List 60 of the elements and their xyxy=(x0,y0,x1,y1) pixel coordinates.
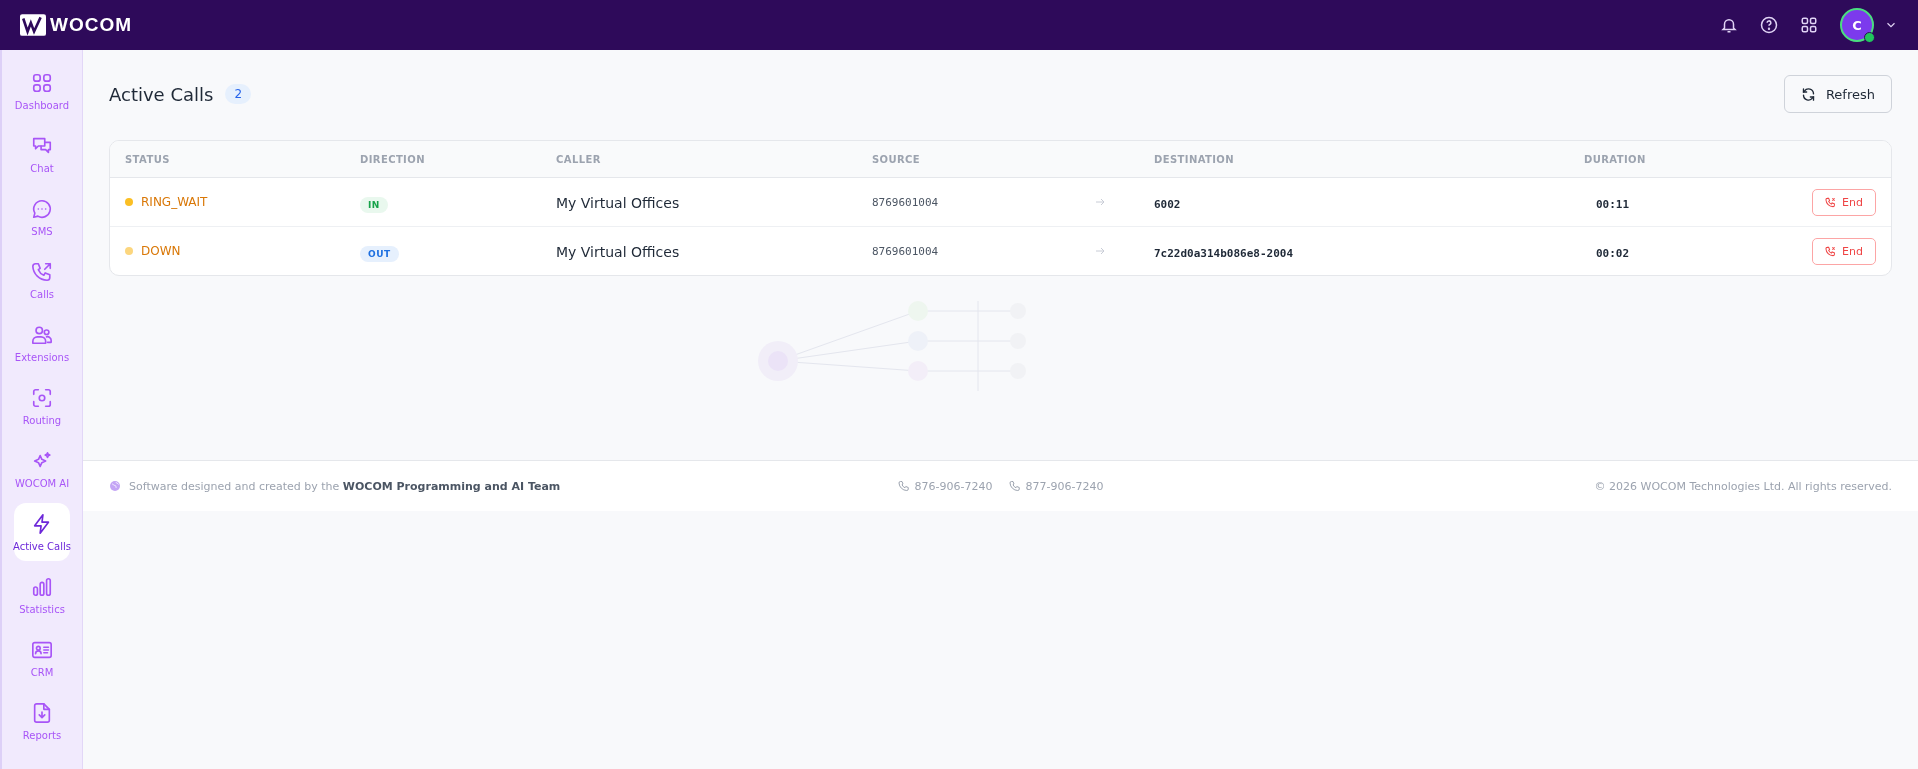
caller-name: My Virtual Offices xyxy=(556,243,680,260)
source-number: 8769601004 xyxy=(872,195,939,209)
column-header: DURATION xyxy=(1584,153,1647,165)
phone-number: 877-906-7240 xyxy=(1025,479,1104,493)
sidebar-item[interactable]: Chat xyxy=(14,125,70,183)
sidebar-item[interactable]: Dashboard xyxy=(14,62,70,120)
direction-badge: OUT xyxy=(360,245,399,262)
column-header: DESTINATION xyxy=(1154,153,1236,165)
caller-name: My Virtual Offices xyxy=(556,194,680,211)
refresh-icon xyxy=(1800,86,1816,102)
help-icon[interactable] xyxy=(1760,16,1778,34)
credit-text: Software designed and created by the WOCOM Programming and AI Team xyxy=(129,479,561,493)
column-header: DIRECTION xyxy=(360,153,426,165)
file-download-icon xyxy=(31,701,53,724)
online-status-dot xyxy=(1864,32,1875,43)
column-header: STATUS xyxy=(125,153,171,165)
message-dots-icon xyxy=(31,197,53,220)
call-duration: 00:02 xyxy=(1595,246,1630,260)
sidebar-item[interactable]: Active Calls xyxy=(14,503,70,561)
user-avatar[interactable]: C xyxy=(1840,8,1874,42)
column-header: SOURCE xyxy=(872,153,922,165)
status-text: RING_WAIT xyxy=(141,195,208,209)
phone-icon xyxy=(1825,245,1837,257)
sidebar-item[interactable]: CRM xyxy=(14,629,70,687)
bar-chart-icon xyxy=(31,575,53,598)
status-text: DOWN xyxy=(141,244,181,258)
sidebar-item[interactable]: Statistics xyxy=(14,566,70,624)
sidebar-item[interactable]: Calls xyxy=(14,251,70,309)
call-count-badge: 2 xyxy=(225,84,252,104)
arrow-right-icon xyxy=(1094,245,1106,257)
end-call-button[interactable]: End xyxy=(1812,237,1876,265)
sidebar-item[interactable]: SMS xyxy=(14,188,70,246)
logo-icon xyxy=(20,14,46,36)
copyright-text: © 2026 WOCOM Technologies Ltd. All rights reserved. xyxy=(1594,479,1892,493)
notification-bell-icon[interactable] xyxy=(1720,16,1738,34)
users-icon xyxy=(31,323,53,346)
phone-icon xyxy=(1825,196,1837,208)
direction-badge: IN xyxy=(360,196,388,213)
sidebar-item[interactable]: Extensions xyxy=(14,314,70,372)
phone-number: 876-906-7240 xyxy=(914,479,993,493)
phone-outgoing-icon xyxy=(31,260,53,283)
phone-icon xyxy=(897,480,910,492)
source-number: 8769601004 xyxy=(872,244,939,258)
call-duration: 00:11 xyxy=(1595,197,1630,211)
globe-icon xyxy=(109,480,121,492)
grid-icon xyxy=(31,71,53,94)
phone-icon xyxy=(1008,480,1021,492)
focus-frame-icon xyxy=(31,386,53,409)
destination-number: 6002 xyxy=(1154,197,1181,211)
end-call-button[interactable]: End xyxy=(1812,188,1876,216)
destination-number: 7c22d0a314b086e8-2004 xyxy=(1154,246,1294,260)
arrow-right-icon xyxy=(1094,196,1106,208)
page-title: Active Calls xyxy=(109,83,214,105)
apps-grid-icon[interactable] xyxy=(1800,16,1818,34)
logo[interactable]: WOCOM xyxy=(20,14,133,36)
column-header: CALLER xyxy=(556,153,602,165)
refresh-button[interactable]: Refresh xyxy=(1783,75,1892,113)
sidebar-item[interactable]: Reports xyxy=(14,692,70,750)
sidebar-item[interactable]: WOCOM AI xyxy=(14,440,70,498)
sidebar-item[interactable]: Routing xyxy=(14,377,70,435)
